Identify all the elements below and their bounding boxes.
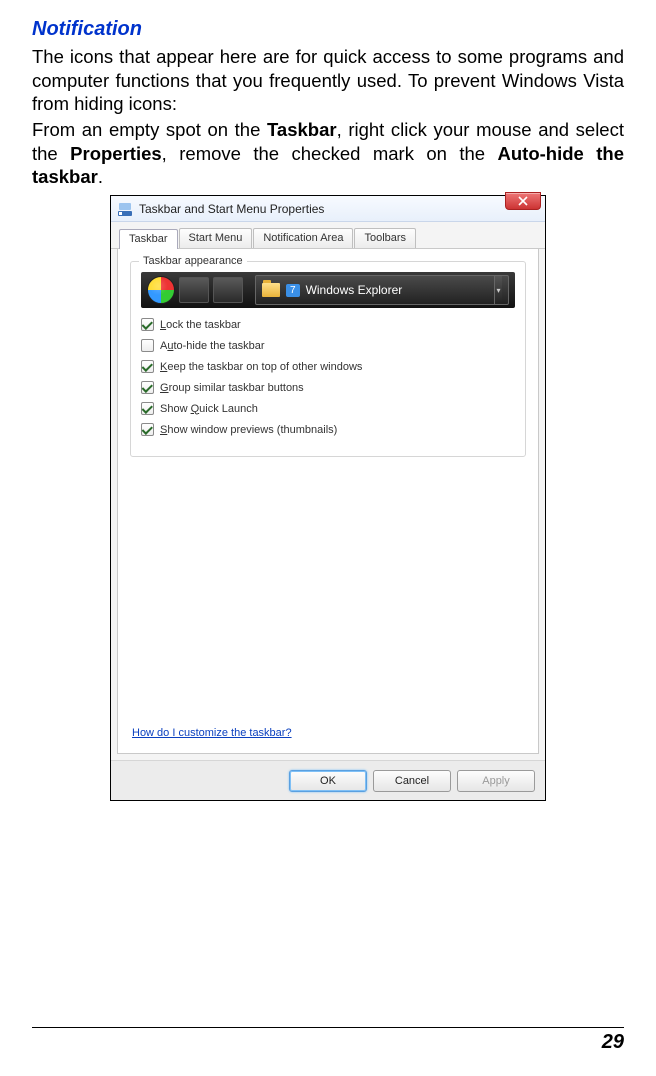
checkbox[interactable] xyxy=(141,381,154,394)
checkbox[interactable] xyxy=(141,339,154,352)
bold-taskbar: Taskbar xyxy=(267,119,337,140)
quicklaunch-tile xyxy=(213,277,243,303)
start-orb-icon xyxy=(147,276,175,304)
checkbox-label[interactable]: Lock the taskbar xyxy=(160,319,241,331)
page-footer: 29 xyxy=(32,1027,624,1054)
dialog-icon xyxy=(117,201,133,217)
checkbox-row: Keep the taskbar on top of other windows xyxy=(141,360,515,373)
text: . xyxy=(98,166,103,187)
intro-paragraph: The icons that appear here are for quick… xyxy=(32,45,624,116)
folder-icon xyxy=(262,283,280,297)
checkbox-label[interactable]: Show Quick Launch xyxy=(160,403,258,415)
text: , remove the checked mark on the xyxy=(162,143,498,164)
tab-taskbar[interactable]: Taskbar xyxy=(119,229,178,249)
group-label: Taskbar appearance xyxy=(139,255,247,267)
taskbar-appearance-group: Taskbar appearance 7 Windows Explorer ▾ … xyxy=(130,261,526,457)
explorer-label: Windows Explorer xyxy=(306,283,403,297)
quicklaunch-tile xyxy=(179,277,209,303)
checkbox-label[interactable]: Keep the taskbar on top of other windows xyxy=(160,361,362,373)
ok-button[interactable]: OK xyxy=(289,770,367,792)
dialog-title: Taskbar and Start Menu Properties xyxy=(139,202,324,216)
tab-panel: Taskbar appearance 7 Windows Explorer ▾ … xyxy=(117,249,539,754)
properties-dialog: Taskbar and Start Menu Properties Taskba… xyxy=(110,195,546,801)
explorer-task-button: 7 Windows Explorer ▾ xyxy=(255,275,509,305)
chevron-down-icon: ▾ xyxy=(494,276,502,304)
dialog-titlebar: Taskbar and Start Menu Properties xyxy=(111,196,545,222)
dialog-button-bar: OK Cancel Apply xyxy=(111,760,545,800)
checkbox-row: Lock the taskbar xyxy=(141,318,515,331)
cancel-button[interactable]: Cancel xyxy=(373,770,451,792)
close-button[interactable] xyxy=(505,192,541,210)
checkbox-label[interactable]: Show window previews (thumbnails) xyxy=(160,424,337,436)
page-number: 29 xyxy=(602,1031,624,1054)
checkbox[interactable] xyxy=(141,318,154,331)
checkbox-label[interactable]: Group similar taskbar buttons xyxy=(160,382,304,394)
tab-strip: Taskbar Start Menu Notification Area Too… xyxy=(111,222,545,249)
checkbox[interactable] xyxy=(141,402,154,415)
dialog-screenshot: Taskbar and Start Menu Properties Taskba… xyxy=(32,195,624,801)
instruction-paragraph: From an empty spot on the Taskbar, right… xyxy=(32,118,624,189)
checkbox-row: Auto-hide the taskbar xyxy=(141,339,515,352)
close-icon xyxy=(518,196,528,206)
seven-badge: 7 xyxy=(286,284,300,297)
checkbox-row: Group similar taskbar buttons xyxy=(141,381,515,394)
checkbox[interactable] xyxy=(141,360,154,373)
tab-toolbars[interactable]: Toolbars xyxy=(354,228,416,248)
text: From an empty spot on the xyxy=(32,119,267,140)
help-link[interactable]: How do I customize the taskbar? xyxy=(132,727,292,739)
tab-notification-area[interactable]: Notification Area xyxy=(253,228,353,248)
checkbox-label[interactable]: Auto-hide the taskbar xyxy=(160,340,265,352)
checkbox-row: Show window previews (thumbnails) xyxy=(141,423,515,436)
checkbox-row: Show Quick Launch xyxy=(141,402,515,415)
checkbox[interactable] xyxy=(141,423,154,436)
bold-properties: Properties xyxy=(70,143,162,164)
apply-button[interactable]: Apply xyxy=(457,770,535,792)
taskbar-preview: 7 Windows Explorer ▾ xyxy=(141,272,515,308)
tab-start-menu[interactable]: Start Menu xyxy=(179,228,253,248)
section-heading: Notification xyxy=(32,18,624,41)
